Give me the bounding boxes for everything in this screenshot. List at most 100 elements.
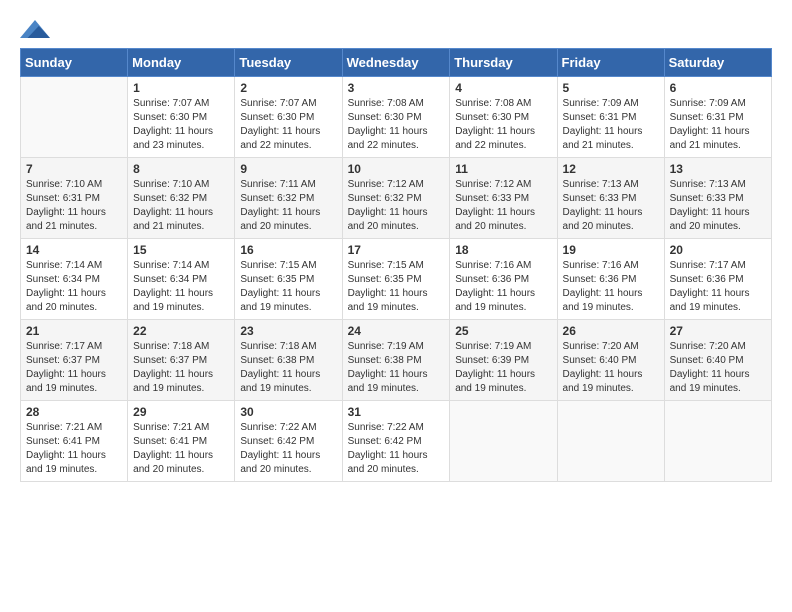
calendar-cell: 17 Sunrise: 7:15 AM Sunset: 6:35 PM Dayli… xyxy=(342,239,450,320)
day-number: 21 xyxy=(26,324,122,338)
day-number: 13 xyxy=(670,162,766,176)
day-number: 4 xyxy=(455,81,551,95)
day-number: 20 xyxy=(670,243,766,257)
calendar-cell: 27 Sunrise: 7:20 AM Sunset: 6:40 PM Dayli… xyxy=(664,320,771,401)
calendar-cell: 21 Sunrise: 7:17 AM Sunset: 6:37 PM Dayli… xyxy=(21,320,128,401)
day-number: 8 xyxy=(133,162,229,176)
calendar-cell: 26 Sunrise: 7:20 AM Sunset: 6:40 PM Dayli… xyxy=(557,320,664,401)
cell-content: Sunrise: 7:18 AM Sunset: 6:37 PM Dayligh… xyxy=(133,340,229,396)
cell-content: Sunrise: 7:22 AM Sunset: 6:42 PM Dayligh… xyxy=(348,421,445,477)
cell-content: Sunrise: 7:13 AM Sunset: 6:33 PM Dayligh… xyxy=(563,178,659,234)
calendar-cell: 20 Sunrise: 7:17 AM Sunset: 6:36 PM Dayli… xyxy=(664,239,771,320)
cell-content: Sunrise: 7:17 AM Sunset: 6:36 PM Dayligh… xyxy=(670,259,766,315)
cell-content: Sunrise: 7:07 AM Sunset: 6:30 PM Dayligh… xyxy=(240,97,336,153)
day-number: 18 xyxy=(455,243,551,257)
day-number: 15 xyxy=(133,243,229,257)
weekday-header: Saturday xyxy=(664,49,771,77)
calendar-cell: 24 Sunrise: 7:19 AM Sunset: 6:38 PM Dayli… xyxy=(342,320,450,401)
calendar-cell xyxy=(557,401,664,482)
calendar-cell: 19 Sunrise: 7:16 AM Sunset: 6:36 PM Dayli… xyxy=(557,239,664,320)
cell-content: Sunrise: 7:20 AM Sunset: 6:40 PM Dayligh… xyxy=(670,340,766,396)
day-number: 31 xyxy=(348,405,445,419)
cell-content: Sunrise: 7:14 AM Sunset: 6:34 PM Dayligh… xyxy=(26,259,122,315)
calendar-cell: 11 Sunrise: 7:12 AM Sunset: 6:33 PM Dayli… xyxy=(450,158,557,239)
weekday-header: Sunday xyxy=(21,49,128,77)
calendar-cell: 5Sunrise: 7:09 AM Sunset: 6:31 PM Daylig… xyxy=(557,77,664,158)
calendar-cell: 30 Sunrise: 7:22 AM Sunset: 6:42 PM Dayli… xyxy=(235,401,342,482)
day-number: 27 xyxy=(670,324,766,338)
calendar-cell: 23 Sunrise: 7:18 AM Sunset: 6:38 PM Dayli… xyxy=(235,320,342,401)
calendar-cell xyxy=(664,401,771,482)
calendar-cell: 3 Sunrise: 7:08 AM Sunset: 6:30 PM Daylig… xyxy=(342,77,450,158)
calendar-cell: 29 Sunrise: 7:21 AM Sunset: 6:41 PM Dayli… xyxy=(128,401,235,482)
cell-content: Sunrise: 7:22 AM Sunset: 6:42 PM Dayligh… xyxy=(240,421,336,477)
weekday-header: Thursday xyxy=(450,49,557,77)
day-number: 7 xyxy=(26,162,122,176)
cell-content: Sunrise: 7:18 AM Sunset: 6:38 PM Dayligh… xyxy=(240,340,336,396)
calendar-cell: 9Sunrise: 7:11 AM Sunset: 6:32 PM Daylig… xyxy=(235,158,342,239)
cell-content: Sunrise: 7:07 AM Sunset: 6:30 PM Dayligh… xyxy=(133,97,229,153)
cell-content: Sunrise: 7:21 AM Sunset: 6:41 PM Dayligh… xyxy=(26,421,122,477)
page-header xyxy=(20,20,772,38)
day-number: 3 xyxy=(348,81,445,95)
day-number: 28 xyxy=(26,405,122,419)
day-number: 16 xyxy=(240,243,336,257)
cell-content: Sunrise: 7:11 AM Sunset: 6:32 PM Dayligh… xyxy=(240,178,336,234)
calendar-cell: 18 Sunrise: 7:16 AM Sunset: 6:36 PM Dayli… xyxy=(450,239,557,320)
day-number: 24 xyxy=(348,324,445,338)
day-number: 26 xyxy=(563,324,659,338)
cell-content: Sunrise: 7:13 AM Sunset: 6:33 PM Dayligh… xyxy=(670,178,766,234)
cell-content: Sunrise: 7:15 AM Sunset: 6:35 PM Dayligh… xyxy=(240,259,336,315)
day-number: 19 xyxy=(563,243,659,257)
day-number: 17 xyxy=(348,243,445,257)
cell-content: Sunrise: 7:16 AM Sunset: 6:36 PM Dayligh… xyxy=(455,259,551,315)
calendar-cell: 8 Sunrise: 7:10 AM Sunset: 6:32 PM Daylig… xyxy=(128,158,235,239)
weekday-header: Monday xyxy=(128,49,235,77)
day-number: 23 xyxy=(240,324,336,338)
cell-content: Sunrise: 7:10 AM Sunset: 6:31 PM Dayligh… xyxy=(26,178,122,234)
calendar-cell: 25Sunrise: 7:19 AM Sunset: 6:39 PM Dayli… xyxy=(450,320,557,401)
weekday-header: Friday xyxy=(557,49,664,77)
cell-content: Sunrise: 7:19 AM Sunset: 6:39 PM Dayligh… xyxy=(455,340,551,396)
cell-content: Sunrise: 7:17 AM Sunset: 6:37 PM Dayligh… xyxy=(26,340,122,396)
calendar-cell: 14Sunrise: 7:14 AM Sunset: 6:34 PM Dayli… xyxy=(21,239,128,320)
calendar-cell: 2 Sunrise: 7:07 AM Sunset: 6:30 PM Daylig… xyxy=(235,77,342,158)
logo xyxy=(20,20,54,38)
cell-content: Sunrise: 7:21 AM Sunset: 6:41 PM Dayligh… xyxy=(133,421,229,477)
calendar-cell xyxy=(450,401,557,482)
day-number: 2 xyxy=(240,81,336,95)
cell-content: Sunrise: 7:08 AM Sunset: 6:30 PM Dayligh… xyxy=(348,97,445,153)
calendar-cell: 15Sunrise: 7:14 AM Sunset: 6:34 PM Dayli… xyxy=(128,239,235,320)
calendar-cell: 12 Sunrise: 7:13 AM Sunset: 6:33 PM Dayli… xyxy=(557,158,664,239)
cell-content: Sunrise: 7:08 AM Sunset: 6:30 PM Dayligh… xyxy=(455,97,551,153)
calendar-cell: 6 Sunrise: 7:09 AM Sunset: 6:31 PM Daylig… xyxy=(664,77,771,158)
day-number: 12 xyxy=(563,162,659,176)
cell-content: Sunrise: 7:12 AM Sunset: 6:32 PM Dayligh… xyxy=(348,178,445,234)
day-number: 22 xyxy=(133,324,229,338)
cell-content: Sunrise: 7:12 AM Sunset: 6:33 PM Dayligh… xyxy=(455,178,551,234)
day-number: 11 xyxy=(455,162,551,176)
day-number: 10 xyxy=(348,162,445,176)
day-number: 6 xyxy=(670,81,766,95)
calendar-cell: 31 Sunrise: 7:22 AM Sunset: 6:42 PM Dayli… xyxy=(342,401,450,482)
weekday-header: Tuesday xyxy=(235,49,342,77)
calendar-cell: 10 Sunrise: 7:12 AM Sunset: 6:32 PM Dayli… xyxy=(342,158,450,239)
cell-content: Sunrise: 7:15 AM Sunset: 6:35 PM Dayligh… xyxy=(348,259,445,315)
day-number: 1 xyxy=(133,81,229,95)
calendar-table: SundayMondayTuesdayWednesdayThursdayFrid… xyxy=(20,48,772,482)
calendar-cell: 7 Sunrise: 7:10 AM Sunset: 6:31 PM Daylig… xyxy=(21,158,128,239)
calendar-cell: 28 Sunrise: 7:21 AM Sunset: 6:41 PM Dayli… xyxy=(21,401,128,482)
logo-icon xyxy=(20,20,50,38)
cell-content: Sunrise: 7:20 AM Sunset: 6:40 PM Dayligh… xyxy=(563,340,659,396)
calendar-cell: 22 Sunrise: 7:18 AM Sunset: 6:37 PM Dayli… xyxy=(128,320,235,401)
cell-content: Sunrise: 7:16 AM Sunset: 6:36 PM Dayligh… xyxy=(563,259,659,315)
day-number: 30 xyxy=(240,405,336,419)
day-number: 29 xyxy=(133,405,229,419)
cell-content: Sunrise: 7:10 AM Sunset: 6:32 PM Dayligh… xyxy=(133,178,229,234)
calendar-cell: 16 Sunrise: 7:15 AM Sunset: 6:35 PM Dayli… xyxy=(235,239,342,320)
calendar-cell: 13 Sunrise: 7:13 AM Sunset: 6:33 PM Dayli… xyxy=(664,158,771,239)
cell-content: Sunrise: 7:09 AM Sunset: 6:31 PM Dayligh… xyxy=(670,97,766,153)
calendar-cell: 1 Sunrise: 7:07 AM Sunset: 6:30 PM Daylig… xyxy=(128,77,235,158)
day-number: 5 xyxy=(563,81,659,95)
cell-content: Sunrise: 7:19 AM Sunset: 6:38 PM Dayligh… xyxy=(348,340,445,396)
